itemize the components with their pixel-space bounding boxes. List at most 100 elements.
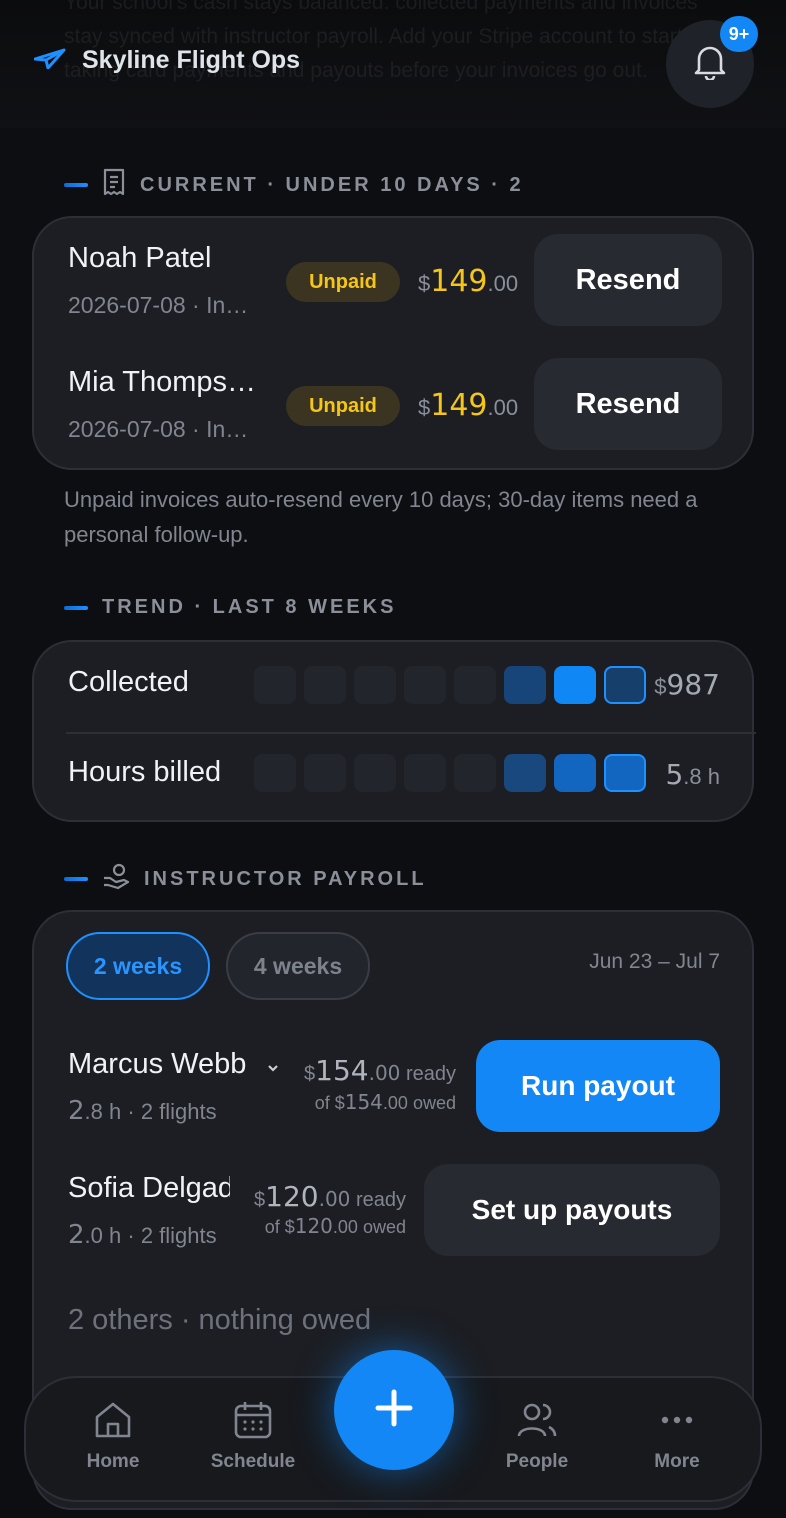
collected-heat-row <box>254 666 646 704</box>
amount-cents: .00 <box>487 395 519 420</box>
section-accent <box>64 183 88 187</box>
value-suffix: .8 h <box>683 764 720 789</box>
value-number: 987 <box>666 668 720 701</box>
ready-label: ready <box>405 1063 456 1085</box>
hours-total: 5.8 h <box>665 758 720 791</box>
instructor-name[interactable]: Marcus Webb <box>68 1048 254 1081</box>
nav-label: People <box>505 1451 569 1472</box>
hand-coins-icon <box>102 862 130 896</box>
instructor-hours: 2.8 h · 2 flights <box>68 1096 217 1126</box>
section-accent <box>64 605 88 610</box>
section-title: INSTRUCTOR PAYROLL <box>144 867 427 890</box>
amount-cents: .00 <box>487 271 519 296</box>
notifications-badge: 9+ <box>720 16 758 52</box>
invoice-meta: 2026-07-08 · Invoice <box>68 292 258 318</box>
invoice-row[interactable]: Noah Patel 2026-07-08 · Invoice Unpaid $… <box>34 234 752 342</box>
divider <box>66 732 756 734</box>
invoice-amount: $149.00 <box>418 264 518 299</box>
heat-cell <box>404 666 446 704</box>
owed-whole: 120 <box>294 1214 333 1238</box>
section-heading-current: CURRENT · UNDER 10 DAYS · 2 <box>64 168 524 202</box>
heat-cell <box>554 666 596 704</box>
invoice-meta: 2026-07-08 · Invoice <box>68 416 258 442</box>
invoices-card: Noah Patel 2026-07-08 · Invoice Unpaid $… <box>32 216 754 470</box>
value-number: 5 <box>665 758 684 791</box>
amount-whole: 149 <box>430 388 488 423</box>
nav-label: More <box>654 1451 700 1472</box>
auto-resend-note: Unpaid invoices auto-resend every 10 day… <box>64 487 698 547</box>
ready-cents: .00 <box>318 1187 351 1211</box>
ready-amount: $154.00 ready <box>304 1054 456 1087</box>
brand[interactable]: Skyline Flight Ops <box>33 46 301 75</box>
run-payout-button[interactable]: Run payout <box>476 1040 720 1132</box>
chevron-down-icon[interactable] <box>266 1060 280 1078</box>
currency-symbol: $ <box>418 271 431 296</box>
heat-cell <box>554 754 596 792</box>
nav-label: Home <box>86 1451 140 1472</box>
section-title: CURRENT · UNDER 10 DAYS · 2 <box>140 173 524 196</box>
heat-cell <box>504 754 546 792</box>
section-title: TREND · LAST 8 WEEKS <box>102 596 397 618</box>
value-prefix: $ <box>654 674 667 699</box>
owed-amount: of $154.00 owed <box>315 1090 456 1114</box>
heat-cell <box>254 666 296 704</box>
instructor-hours: 2.0 h · 2 flights <box>68 1220 217 1250</box>
heat-cell <box>254 754 296 792</box>
nav-label: Schedule <box>210 1451 296 1472</box>
flights-count: · 2 flights <box>127 1099 217 1124</box>
hours-rest: .8 h <box>84 1099 122 1124</box>
app-screen: Your school's cash stays balanced: colle… <box>0 0 786 1518</box>
tab-2-weeks[interactable]: 2 weeks <box>66 932 210 1000</box>
ready-whole: 120 <box>265 1180 319 1213</box>
instructor-name[interactable]: Sofia Delgado <box>68 1172 230 1205</box>
heat-cell <box>454 754 496 792</box>
collected-total: $987 <box>654 668 720 701</box>
heat-cell <box>604 666 646 704</box>
section-accent <box>64 877 88 881</box>
heat-cell <box>304 754 346 792</box>
owed-amount: of $120.00 owed <box>265 1214 406 1238</box>
add-button[interactable] <box>334 1350 454 1470</box>
paper-plane-icon <box>33 47 66 74</box>
ready-label: ready <box>355 1189 406 1211</box>
heat-cell <box>604 754 646 792</box>
nav-home[interactable]: Home <box>53 1400 173 1473</box>
status-badge: Unpaid <box>286 386 400 426</box>
top-bar: Your school's cash stays balanced: colle… <box>0 0 786 128</box>
hours-rest: .0 h <box>84 1223 122 1248</box>
flights-count: · 2 flights <box>127 1223 217 1248</box>
heat-cell <box>304 666 346 704</box>
heat-cell <box>504 666 546 704</box>
receipt-icon <box>102 168 126 202</box>
nav-schedule[interactable]: Schedule <box>193 1400 313 1473</box>
pay-period: Jun 23 – Jul 7 <box>589 950 720 973</box>
owed-prefix: of $ <box>314 1093 345 1113</box>
invoice-row[interactable]: Mia Thompson 2026-07-08 · Invoice Unpaid… <box>34 358 752 466</box>
owed-cents: .00 <box>382 1093 408 1113</box>
owed-cents: .00 <box>332 1217 358 1237</box>
resend-button[interactable]: Resend <box>534 358 722 450</box>
people-icon <box>516 1403 558 1444</box>
trend-label-hours: Hours billed <box>68 756 222 788</box>
section-heading-payroll: INSTRUCTOR PAYROLL <box>64 862 427 896</box>
heat-cell <box>404 754 446 792</box>
hours-heat-row <box>254 754 646 792</box>
others-summary[interactable]: 2 others · nothing owed <box>68 1304 371 1337</box>
plus-icon <box>374 1388 414 1433</box>
owed-prefix: of $ <box>264 1217 295 1237</box>
tab-4-weeks[interactable]: 4 weeks <box>226 932 370 1000</box>
app-title: Skyline Flight Ops <box>82 46 301 74</box>
hours-whole: 2 <box>68 1220 85 1250</box>
currency-symbol: $ <box>418 395 431 420</box>
heat-cell <box>354 666 396 704</box>
resend-button[interactable]: Resend <box>534 234 722 326</box>
home-icon <box>93 1402 133 1444</box>
nav-more[interactable]: More <box>617 1400 737 1473</box>
trend-card: Collected $987 Hours billed 5.8 h <box>32 640 756 822</box>
set-up-payouts-button[interactable]: Set up payouts <box>424 1164 720 1256</box>
invoice-amount: $149.00 <box>418 388 518 423</box>
trend-label-collected: Collected <box>68 666 189 698</box>
invoice-client-name: Mia Thompson <box>68 366 258 398</box>
nav-people[interactable]: People <box>477 1400 597 1473</box>
bell-icon <box>693 44 727 85</box>
